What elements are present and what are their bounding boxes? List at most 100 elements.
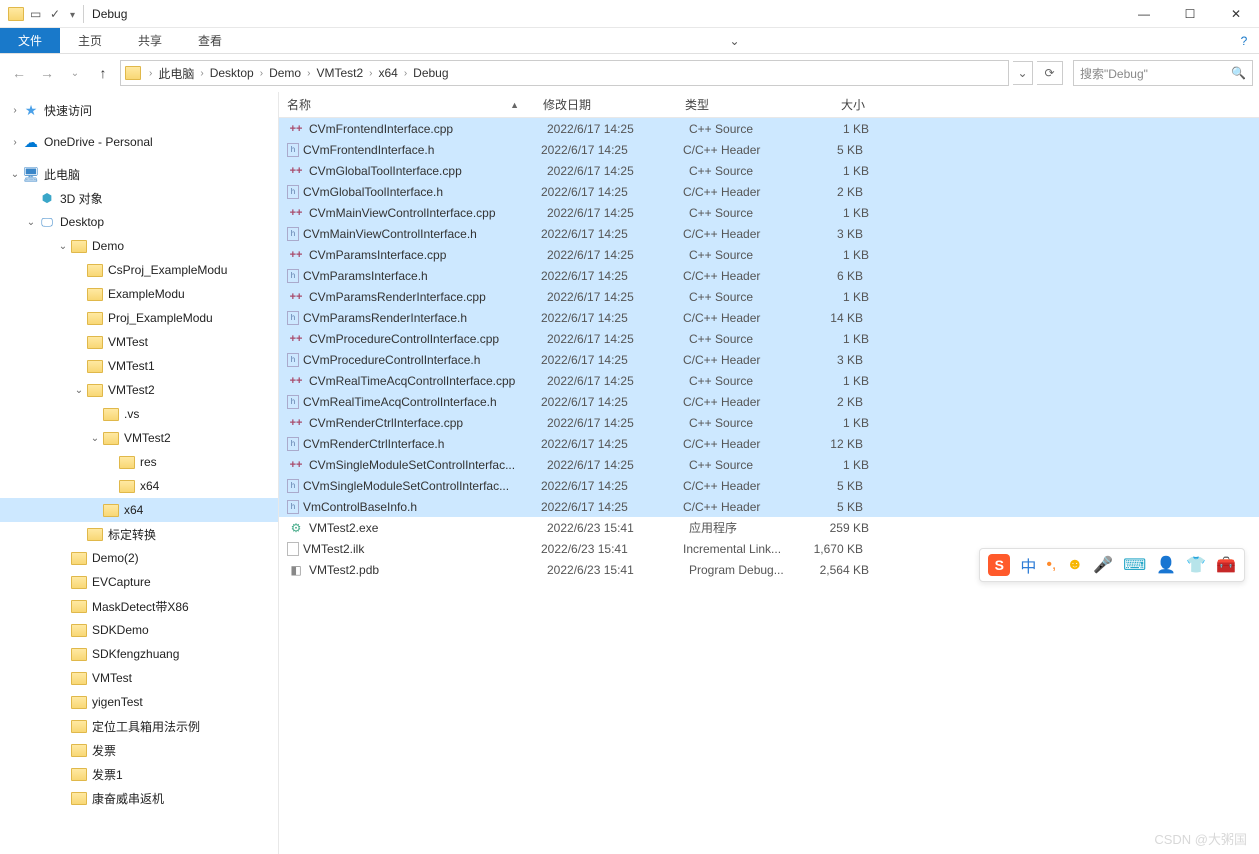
crumb-debug[interactable]: Debug [411, 66, 450, 80]
tree-folder[interactable]: ›SDKDemo [0, 618, 278, 642]
tree-folder[interactable]: ›VMTest [0, 666, 278, 690]
file-row[interactable]: hCVmRenderCtrlInterface.h2022/6/17 14:25… [279, 433, 1259, 454]
file-row[interactable]: hCVmGlobalToolInterface.h2022/6/17 14:25… [279, 181, 1259, 202]
chevron-right-icon[interactable]: › [400, 68, 411, 79]
tree-folder[interactable]: ›SDKfengzhuang [0, 642, 278, 666]
tree-folder[interactable]: ›x64 [0, 474, 278, 498]
file-row[interactable]: hCVmFrontendInterface.h2022/6/17 14:25C/… [279, 139, 1259, 160]
tree-folder[interactable]: ›yigenTest [0, 690, 278, 714]
tree-folder[interactable]: ⌄VMTest2 [0, 378, 278, 402]
tree-folder[interactable]: ›ExampleModu [0, 282, 278, 306]
tree-folder[interactable]: ›CsProj_ExampleModu [0, 258, 278, 282]
address-history-button[interactable]: ⌄ [1013, 61, 1033, 85]
navigation-pane[interactable]: › ★ 快速访问 › ☁ OneDrive - Personal ⌄ 🖥 此电脑… [0, 92, 279, 854]
file-row[interactable]: hVmControlBaseInfo.h2022/6/17 14:25C/C++… [279, 496, 1259, 517]
nav-desktop[interactable]: ⌄ 🖵 Desktop [0, 210, 278, 234]
tree-folder[interactable]: ›定位工具箱用法示例 [0, 714, 278, 738]
chevron-right-icon[interactable]: › [256, 68, 267, 79]
tree-folder[interactable]: ›x64 [0, 498, 278, 522]
tree-folder[interactable]: ⌄Demo [0, 234, 278, 258]
column-size[interactable]: 大小 [801, 96, 873, 113]
file-row[interactable]: ++CVmParamsRenderInterface.cpp2022/6/17 … [279, 286, 1259, 307]
crumb-x64[interactable]: x64 [376, 66, 399, 80]
file-row[interactable]: hCVmParamsRenderInterface.h2022/6/17 14:… [279, 307, 1259, 328]
file-row[interactable]: ++CVmRealTimeAcqControlInterface.cpp2022… [279, 370, 1259, 391]
ime-punct-icon[interactable]: •, [1046, 556, 1056, 574]
tree-folder[interactable]: ›VMTest1 [0, 354, 278, 378]
ime-toolbox-icon[interactable]: 🧰 [1216, 555, 1236, 575]
ime-user-icon[interactable]: 👤 [1156, 555, 1176, 575]
chevron-right-icon[interactable]: › [196, 68, 207, 79]
qat-properties-icon[interactable]: ▭ [30, 7, 44, 21]
tree-folder[interactable]: ›Demo(2) [0, 546, 278, 570]
nav-quick-access[interactable]: › ★ 快速访问 [0, 98, 278, 122]
tree-folder[interactable]: ›MaskDetect带X86 [0, 594, 278, 618]
ime-keyboard-icon[interactable]: ⌨ [1123, 555, 1146, 575]
tree-folder[interactable]: ›VMTest [0, 330, 278, 354]
crumb-desktop[interactable]: Desktop [208, 66, 256, 80]
help-icon[interactable]: ? [1229, 28, 1259, 53]
file-row[interactable]: hCVmRealTimeAcqControlInterface.h2022/6/… [279, 391, 1259, 412]
file-row[interactable]: ⚙VMTest2.exe2022/6/23 15:41应用程序259 KB [279, 517, 1259, 538]
tree-folder[interactable]: ›EVCapture [0, 570, 278, 594]
tab-home[interactable]: 主页 [60, 28, 120, 53]
search-input[interactable]: 搜索"Debug" 🔍 [1073, 60, 1253, 86]
column-name[interactable]: 名称 ▲ [287, 96, 543, 113]
tab-share[interactable]: 共享 [120, 28, 180, 53]
expand-icon[interactable]: ⌄ [72, 385, 86, 396]
crumb-demo[interactable]: Demo [267, 66, 303, 80]
tree-folder[interactable]: ⌄VMTest2 [0, 426, 278, 450]
file-row[interactable]: ++CVmRenderCtrlInterface.cpp2022/6/17 14… [279, 412, 1259, 433]
tree-folder[interactable]: ›发票1 [0, 762, 278, 786]
nav-3d-objects[interactable]: › ⬢ 3D 对象 [0, 186, 278, 210]
tab-view[interactable]: 查看 [180, 28, 240, 53]
file-row[interactable]: hCVmProcedureControlInterface.h2022/6/17… [279, 349, 1259, 370]
file-row[interactable]: hCVmSingleModuleSetControlInterfac...202… [279, 475, 1259, 496]
column-date[interactable]: 修改日期 [543, 96, 685, 113]
ribbon-collapse-icon[interactable]: ⌄ [720, 28, 750, 53]
file-row[interactable]: hCVmMainViewControlInterface.h2022/6/17 … [279, 223, 1259, 244]
file-row[interactable]: ++CVmSingleModuleSetControlInterfac...20… [279, 454, 1259, 475]
chevron-right-icon[interactable]: › [303, 68, 314, 79]
ime-toolbar[interactable]: S 中 •, ☻ 🎤 ⌨ 👤 👕 🧰 [979, 548, 1245, 582]
expand-icon[interactable]: ⌄ [88, 433, 102, 444]
ime-emoji-icon[interactable]: ☻ [1066, 556, 1083, 574]
close-button[interactable]: ✕ [1213, 0, 1259, 28]
file-row[interactable]: ++CVmParamsInterface.cpp2022/6/17 14:25C… [279, 244, 1259, 265]
file-row[interactable]: ++CVmProcedureControlInterface.cpp2022/6… [279, 328, 1259, 349]
ime-voice-icon[interactable]: 🎤 [1093, 555, 1113, 575]
ime-logo-icon[interactable]: S [988, 554, 1010, 576]
breadcrumb-bar[interactable]: › 此电脑 › Desktop › Demo › VMTest2 › x64 ›… [120, 60, 1009, 86]
nav-recent-button[interactable] [62, 60, 88, 86]
tree-folder[interactable]: ›标定转换 [0, 522, 278, 546]
file-row[interactable]: ++CVmMainViewControlInterface.cpp2022/6/… [279, 202, 1259, 223]
file-row[interactable]: ++CVmFrontendInterface.cpp2022/6/17 14:2… [279, 118, 1259, 139]
minimize-button[interactable]: — [1121, 0, 1167, 28]
tree-folder[interactable]: ›.vs [0, 402, 278, 426]
tree-folder[interactable]: ›发票 [0, 738, 278, 762]
ime-lang-button[interactable]: 中 [1020, 553, 1036, 577]
tree-folder[interactable]: ›res [0, 450, 278, 474]
refresh-button[interactable]: ⟳ [1037, 61, 1063, 85]
tab-file[interactable]: 文件 [0, 28, 60, 53]
crumb-pc[interactable]: 此电脑 [156, 65, 196, 82]
qat-customize-icon[interactable] [70, 7, 75, 21]
crumb-vmtest2[interactable]: VMTest2 [314, 66, 365, 80]
nav-this-pc[interactable]: ⌄ 🖥 此电脑 [0, 162, 278, 186]
expand-icon[interactable]: ⌄ [56, 241, 70, 252]
nav-forward-button[interactable] [34, 60, 60, 86]
tree-folder[interactable]: ›Proj_ExampleModu [0, 306, 278, 330]
file-row[interactable]: hCVmParamsInterface.h2022/6/17 14:25C/C+… [279, 265, 1259, 286]
nav-back-button[interactable] [6, 60, 32, 86]
chevron-right-icon[interactable]: › [145, 68, 156, 79]
column-type[interactable]: 类型 [685, 96, 801, 113]
file-list-pane[interactable]: 名称 ▲ 修改日期 类型 大小 ++CVmFrontendInterface.c… [279, 92, 1259, 854]
nav-up-button[interactable] [90, 60, 116, 86]
nav-onedrive[interactable]: › ☁ OneDrive - Personal [0, 130, 278, 154]
tree-folder[interactable]: ›康奋威串返机 [0, 786, 278, 810]
chevron-right-icon[interactable]: › [365, 68, 376, 79]
maximize-button[interactable]: ☐ [1167, 0, 1213, 28]
ime-skin-icon[interactable]: 👕 [1186, 555, 1206, 575]
qat-newfolder-icon[interactable]: ✓ [50, 7, 64, 21]
file-row[interactable]: ++CVmGlobalToolInterface.cpp2022/6/17 14… [279, 160, 1259, 181]
